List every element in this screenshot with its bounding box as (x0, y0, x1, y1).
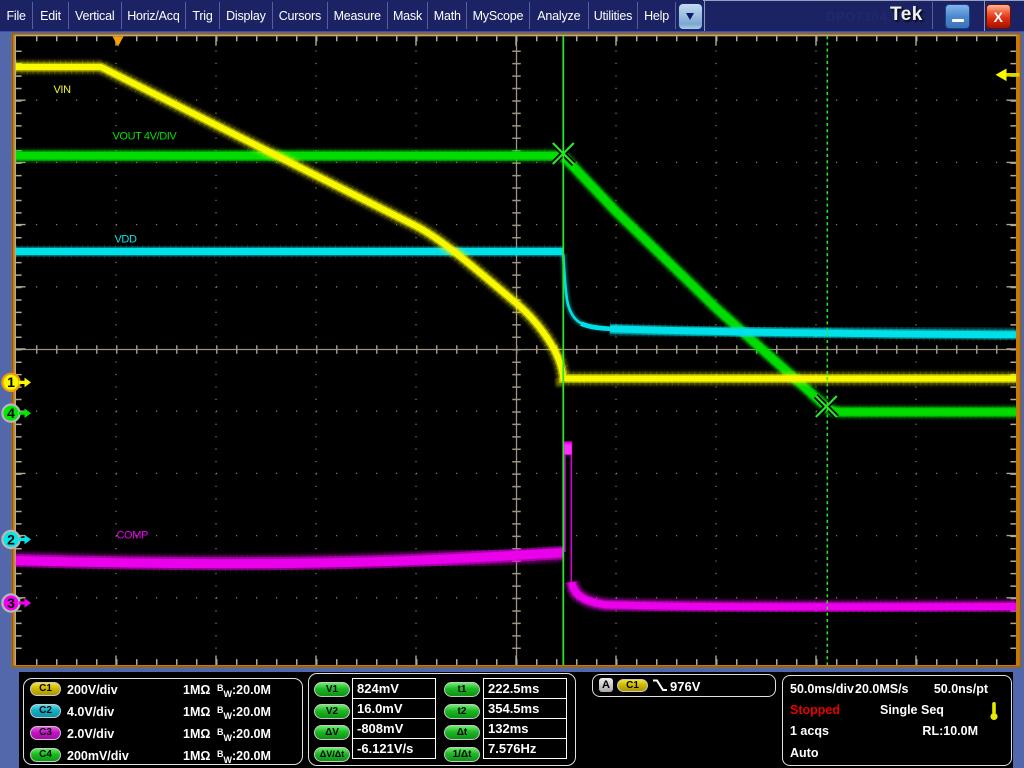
svg-text:COMP: COMP (117, 530, 148, 542)
svg-text:1: 1 (7, 374, 15, 390)
svg-text:VIN: VIN (54, 84, 72, 96)
svg-text:2: 2 (7, 531, 15, 547)
svg-text:4: 4 (7, 405, 15, 421)
svg-text:3: 3 (7, 595, 15, 611)
svg-text:VOUT 4V/DIV: VOUT 4V/DIV (113, 131, 178, 143)
svg-text:VDD: VDD (115, 234, 137, 246)
